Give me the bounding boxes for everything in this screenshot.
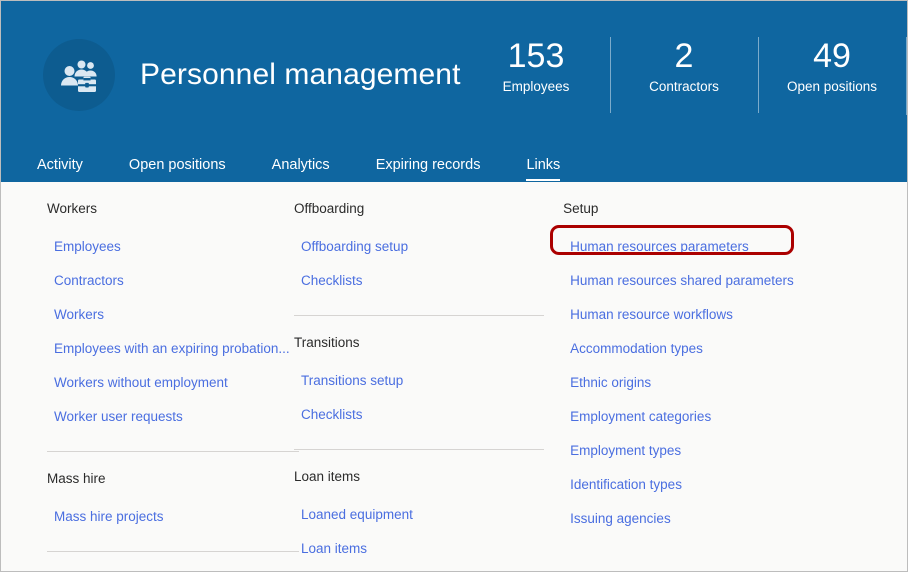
link-issuing-agencies[interactable]: Issuing agencies — [570, 501, 671, 535]
app-window: Personnel management 153 Employees 2 Con… — [0, 0, 908, 572]
link-identification-types[interactable]: Identification types — [570, 467, 682, 501]
links-column-3: Setup Human resources parameters Human r… — [550, 200, 907, 571]
tab-open-positions[interactable]: Open positions — [129, 156, 226, 182]
tab-analytics[interactable]: Analytics — [272, 156, 330, 182]
title-block: Personnel management — [43, 39, 461, 111]
stats-right-divider — [906, 37, 907, 115]
group-loan-items: Loan items Loaned equipment Loan items — [294, 468, 558, 565]
stat-employees-value: 153 — [507, 37, 565, 75]
link-employment-categories[interactable]: Employment categories — [570, 399, 711, 433]
column-1-divider-1 — [47, 451, 299, 452]
group-workers: Workers Employees Contractors Workers Em… — [47, 200, 290, 433]
group-title-workers: Workers — [47, 201, 98, 216]
stat-employees-label: Employees — [502, 79, 570, 94]
links-column-2: Offboarding Offboarding setup Checklists… — [281, 200, 558, 571]
link-employment-types[interactable]: Employment types — [570, 433, 681, 467]
stat-open-positions-label: Open positions — [786, 79, 878, 94]
group-title-mass-hire: Mass hire — [47, 471, 106, 486]
link-human-resources-parameters[interactable]: Human resources parameters — [570, 229, 749, 263]
link-ethnic-origins[interactable]: Ethnic origins — [570, 365, 651, 399]
link-accommodation-types[interactable]: Accommodation types — [570, 331, 703, 365]
people-briefcase-icon — [43, 39, 115, 111]
header-top-row: Personnel management 153 Employees 2 Con… — [1, 1, 907, 143]
link-transitions-checklists[interactable]: Checklists — [301, 397, 363, 431]
tab-links[interactable]: Links — [526, 156, 560, 182]
group-title-loan-items: Loan items — [294, 469, 361, 484]
link-employees-expiring-probation[interactable]: Employees with an expiring probation... — [54, 331, 290, 365]
stat-contractors-value: 2 — [674, 37, 694, 75]
link-mass-hire-projects[interactable]: Mass hire projects — [54, 499, 164, 533]
link-human-resources-shared-parameters[interactable]: Human resources shared parameters — [570, 263, 794, 297]
links-column-1: Workers Employees Contractors Workers Em… — [1, 200, 299, 571]
page-header: Personnel management 153 Employees 2 Con… — [1, 1, 907, 182]
link-workers-without-employment[interactable]: Workers without employment — [54, 365, 228, 399]
page-title: Personnel management — [140, 58, 461, 91]
link-loaned-equipment[interactable]: Loaned equipment — [301, 497, 413, 531]
group-offboarding: Offboarding Offboarding setup Checklists — [294, 200, 558, 297]
group-title-offboarding: Offboarding — [294, 201, 365, 216]
stat-employees: 153 Employees — [462, 35, 610, 97]
group-title-setup: Setup — [563, 201, 599, 216]
link-workers[interactable]: Workers — [54, 297, 104, 331]
stat-open-positions: 49 Open positions — [758, 35, 906, 113]
link-offboarding-checklists[interactable]: Checklists — [301, 263, 363, 297]
group-mass-hire: Mass hire Mass hire projects — [47, 470, 281, 533]
header-stats: 153 Employees 2 Contractors 49 Open posi… — [462, 35, 907, 115]
column-2-divider-2 — [294, 449, 544, 450]
tab-bar: Activity Open positions Analytics Expiri… — [1, 143, 907, 182]
tab-activity[interactable]: Activity — [37, 156, 83, 182]
link-employees[interactable]: Employees — [54, 229, 121, 263]
group-transitions: Transitions Transitions setup Checklists — [294, 334, 558, 431]
links-content: Workers Employees Contractors Workers Em… — [1, 182, 907, 571]
link-offboarding-setup[interactable]: Offboarding setup — [301, 229, 408, 263]
link-worker-user-requests[interactable]: Worker user requests — [54, 399, 183, 433]
tab-expiring-records[interactable]: Expiring records — [376, 156, 481, 182]
highlighted-link-wrapper: Human resources parameters — [550, 225, 795, 263]
column-2-divider-1 — [294, 315, 544, 316]
stat-open-positions-value: 49 — [813, 37, 851, 75]
group-setup: Setup Human resources parameters Human r… — [550, 200, 907, 535]
link-loan-items[interactable]: Loan items — [301, 531, 367, 565]
group-title-transitions: Transitions — [294, 335, 360, 350]
link-human-resource-workflows[interactable]: Human resource workflows — [570, 297, 733, 331]
stat-contractors: 2 Contractors — [610, 35, 758, 113]
link-transitions-setup[interactable]: Transitions setup — [301, 363, 403, 397]
link-contractors[interactable]: Contractors — [54, 263, 124, 297]
column-1-divider-2 — [47, 551, 299, 552]
stat-contractors-label: Contractors — [649, 79, 719, 94]
